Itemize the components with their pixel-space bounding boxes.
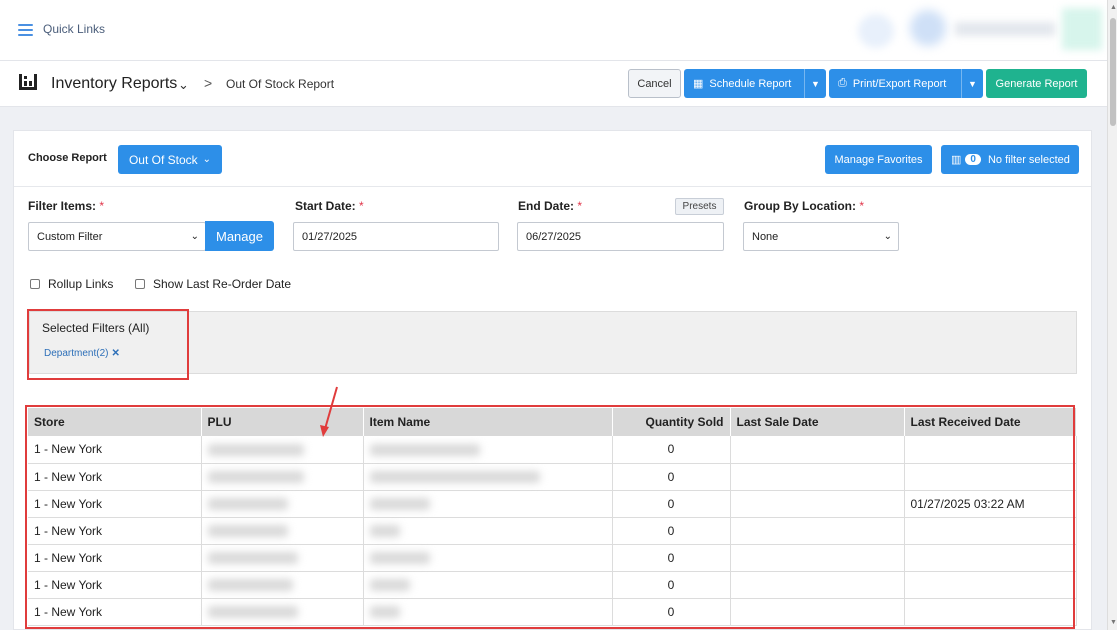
print-export-button[interactable]: ⎙ Print/Export Report ▼ [829, 69, 983, 98]
show-last-reorder-label: Show Last Re-Order Date [153, 277, 292, 291]
rollup-links-checkbox[interactable]: Rollup Links [30, 277, 113, 291]
start-date-label: Start Date: * [295, 199, 364, 213]
manage-label: Manage [216, 228, 263, 244]
group-by-value: None [752, 230, 779, 243]
generate-report-button[interactable]: Generate Report [986, 69, 1087, 98]
end-date-input[interactable]: 06/27/2025 [517, 222, 724, 251]
chevron-down-icon[interactable]: ▼ [804, 69, 826, 98]
group-by-location-label: Group By Location: * [744, 199, 864, 213]
top-bar: Quick Links [0, 0, 1107, 61]
required-mark: * [99, 199, 105, 213]
breadcrumb-separator: > [204, 75, 213, 91]
printer-icon: ⎙ [838, 77, 847, 89]
presets-button[interactable]: Presets [675, 198, 724, 215]
notification-icon[interactable] [858, 14, 894, 48]
warehouse-icon [19, 74, 37, 90]
report-type-dropdown[interactable]: Out Of Stock ⌄ [118, 145, 222, 174]
required-mark: * [577, 199, 583, 213]
start-date-value: 01/27/2025 [302, 230, 358, 243]
required-mark: * [859, 199, 865, 213]
annotation-arrow-icon [320, 386, 338, 437]
scroll-thumb[interactable] [1110, 18, 1116, 126]
start-date-input[interactable]: 01/27/2025 [293, 222, 499, 251]
chevron-down-icon: ⌄ [883, 231, 892, 242]
user-name [955, 22, 1055, 36]
chevron-down-icon: ⌄ [202, 154, 212, 165]
manage-favorites-label: Manage Favorites [834, 153, 923, 166]
choose-report-label: Choose Report [28, 152, 107, 164]
manage-button[interactable]: Manage [205, 221, 274, 251]
required-mark: * [359, 199, 364, 213]
avatar[interactable] [910, 10, 946, 46]
no-filter-label: No filter selected [987, 153, 1070, 166]
page-title: Out Of Stock Report [226, 77, 335, 91]
page-scrollbar[interactable]: ▲ ▼ [1107, 0, 1117, 630]
group-by-label-text: Group By Location: [744, 199, 856, 213]
start-date-label-text: Start Date: [295, 199, 356, 213]
quick-links[interactable]: Quick Links [43, 22, 105, 36]
show-last-reorder-checkbox[interactable]: Show Last Re-Order Date [135, 277, 291, 291]
schedule-report-button[interactable]: ▦ Schedule Report ▼ [684, 69, 826, 98]
brand-logo [1062, 8, 1102, 50]
end-date-value: 06/27/2025 [526, 230, 582, 243]
chevron-down-icon[interactable]: ▼ [961, 69, 983, 98]
manage-favorites-button[interactable]: Manage Favorites [825, 145, 932, 174]
schedule-label: Schedule Report [709, 77, 792, 90]
calendar-icon: ▦ [693, 78, 704, 90]
print-export-label: Print/Export Report [852, 77, 947, 90]
end-date-label: End Date: * [518, 199, 582, 213]
presets-label: Presets [682, 201, 717, 212]
annotation-box-filters [27, 309, 189, 380]
filter-count-badge: 0 [965, 154, 981, 165]
filter-icon: ▥ [951, 154, 962, 166]
checkbox-box[interactable] [135, 279, 145, 289]
rollup-links-label: Rollup Links [48, 277, 114, 291]
filter-items-label: Filter Items: * [28, 199, 104, 213]
module-title[interactable]: Inventory Reports [51, 75, 177, 93]
chevron-down-icon[interactable]: ⌄ [178, 77, 189, 93]
filter-items-value: Custom Filter [37, 230, 103, 243]
checkbox-box[interactable] [30, 279, 40, 289]
cancel-label: Cancel [637, 77, 672, 90]
annotation-box-table [25, 405, 1075, 629]
filter-status-button[interactable]: ▥ 0 No filter selected [941, 145, 1079, 174]
filter-items-select[interactable]: Custom Filter ⌄ [28, 222, 206, 251]
chevron-down-icon: ⌄ [190, 231, 199, 242]
end-date-label-text: End Date: [518, 199, 575, 213]
filter-items-label-text: Filter Items: [28, 199, 97, 213]
cancel-button[interactable]: Cancel [628, 69, 681, 98]
generate-label: Generate Report [995, 77, 1078, 90]
group-by-location-select[interactable]: None ⌄ [743, 222, 899, 251]
report-type-value: Out Of Stock [128, 152, 198, 167]
menu-icon[interactable] [18, 24, 33, 36]
scroll-up-icon[interactable]: ▲ [1110, 4, 1117, 11]
breadcrumb-bar: Inventory Reports ⌄ > Out Of Stock Repor… [0, 61, 1107, 107]
divider [14, 186, 1091, 187]
scroll-down-icon[interactable]: ▼ [1110, 619, 1117, 626]
